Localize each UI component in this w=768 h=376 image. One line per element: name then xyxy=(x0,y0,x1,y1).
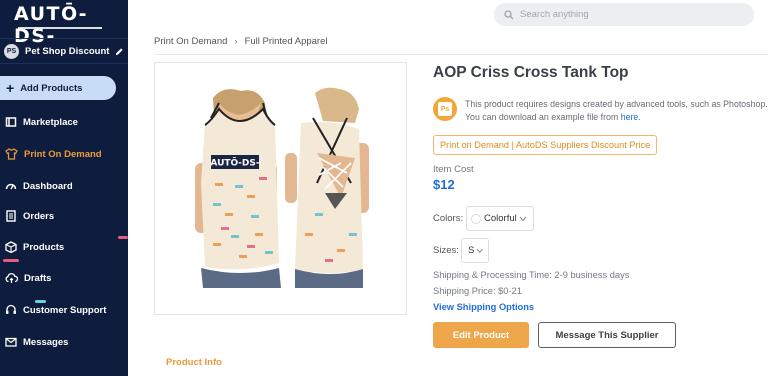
tank-top-illustration: AUTŌ-DS- xyxy=(155,63,406,314)
pencil-icon[interactable] xyxy=(115,47,124,56)
sidebar-item-drafts[interactable]: Drafts xyxy=(0,266,128,290)
sidebar-item-label: Customer Support xyxy=(23,304,107,316)
color-swatch xyxy=(471,213,481,224)
dashboard-gauge-icon xyxy=(5,183,17,190)
search-icon xyxy=(504,9,514,19)
sidebar-item-dashboard[interactable]: Dashboard xyxy=(0,174,128,198)
accent-mark xyxy=(118,236,128,239)
accent-mark xyxy=(3,259,19,262)
colors-label: Colors: xyxy=(433,213,464,224)
sidebar-item-products[interactable]: Products xyxy=(0,235,128,259)
store-name: Pet Shop Discount xyxy=(25,45,110,57)
color-value: Colorful xyxy=(484,213,517,224)
size-value: S xyxy=(468,245,475,256)
edit-product-button[interactable]: Edit Product xyxy=(433,322,529,348)
design-requirement-note: This product requires designs created by… xyxy=(465,98,768,124)
tab-product-info[interactable]: Product Info xyxy=(166,357,222,368)
breadcrumb-link[interactable]: Print On Demand xyxy=(154,36,227,47)
size-select[interactable]: S xyxy=(461,238,489,263)
marketplace-icon xyxy=(5,117,17,127)
accent-mark xyxy=(35,300,46,303)
logo-underline xyxy=(18,27,102,29)
support-headset-icon xyxy=(6,304,16,314)
sidebar-item-orders[interactable]: Orders xyxy=(0,204,128,228)
example-file-link[interactable]: here. xyxy=(621,112,641,122)
messages-mail-icon xyxy=(5,337,17,347)
photoshop-badge-text: Ps xyxy=(438,102,452,116)
message-supplier-button[interactable]: Message This Supplier xyxy=(538,322,676,348)
photoshop-icon: Ps xyxy=(433,97,457,121)
add-products-button[interactable]: + Add Products xyxy=(0,76,116,100)
sizes-label: Sizes: xyxy=(433,245,459,256)
sidebar-item-label: Messages xyxy=(23,336,69,348)
design-note-line2: You can download an example file from xyxy=(465,112,619,122)
shirt-print-logo: AUTŌ-DS- xyxy=(210,158,259,169)
sidebar-item-label: Drafts xyxy=(24,272,52,284)
store-avatar: PS xyxy=(4,43,19,59)
shirt-icon xyxy=(5,148,18,160)
sidebar-item-print-on-demand[interactable]: Print On Demand xyxy=(0,142,128,166)
store-selector[interactable]: PS Pet Shop Discount xyxy=(0,38,128,64)
plus-icon: + xyxy=(6,80,15,96)
shipping-time: Shipping & Processing Time: 2-9 business… xyxy=(433,270,630,280)
shipping-price: Shipping Price: $0-21 xyxy=(433,286,522,296)
products-box-icon xyxy=(5,241,17,253)
sidebar-item-customer-support[interactable]: Customer Support xyxy=(0,298,128,322)
chevron-down-icon xyxy=(476,248,484,253)
sidebar-item-label: Products xyxy=(23,241,65,253)
sidebar-item-label: Orders xyxy=(23,210,55,222)
chevron-right-icon: › xyxy=(234,36,238,47)
sidebar-item-label: Print On Demand xyxy=(24,148,102,160)
divider xyxy=(154,54,768,55)
item-cost-value: $12 xyxy=(433,177,455,192)
add-products-label: Add Products xyxy=(20,82,83,94)
breadcrumb-current: Full Printed Apparel xyxy=(244,36,328,47)
product-title: AOP Criss Cross Tank Top xyxy=(433,64,629,81)
search-input[interactable]: Search anything xyxy=(520,9,589,20)
sidebar-item-marketplace[interactable]: Marketplace xyxy=(0,110,128,134)
drafts-cloud-icon xyxy=(5,273,18,283)
view-shipping-options-link[interactable]: View Shipping Options xyxy=(433,302,534,312)
sidebar-item-messages[interactable]: Messages xyxy=(0,330,128,354)
color-select[interactable]: Colorful xyxy=(466,206,534,231)
product-image: AUTŌ-DS- xyxy=(154,62,407,315)
sidebar-item-label: Dashboard xyxy=(23,180,73,192)
search-bar[interactable]: Search anything xyxy=(494,3,754,26)
orders-list-icon xyxy=(6,210,16,222)
chevron-down-icon xyxy=(519,216,527,221)
print-on-demand-tag: Print on Demand | AutoDS Suppliers Disco… xyxy=(433,135,658,155)
sidebar-item-label: Marketplace xyxy=(23,116,78,128)
design-note-line1: This product requires designs created by… xyxy=(465,99,768,109)
item-cost-label: Item Cost xyxy=(433,164,474,175)
sidebar: AUTŌ-DS- PS Pet Shop Discount + Add Prod… xyxy=(0,0,128,376)
breadcrumb: Print On Demand › Full Printed Apparel xyxy=(154,36,328,47)
